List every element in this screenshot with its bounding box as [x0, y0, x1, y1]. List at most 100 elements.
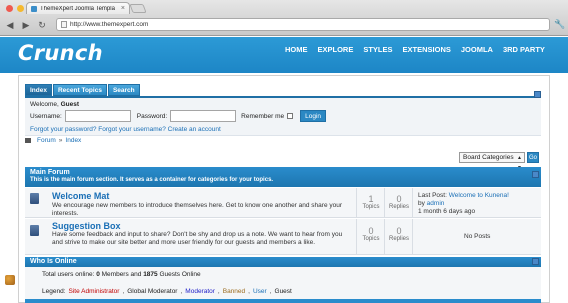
main-forum-title: Main Forum [30, 169, 70, 176]
welcome-text: Welcome, Guest [30, 101, 79, 108]
minimize-window-button[interactable] [17, 5, 24, 12]
replies-count: 0 Replies [384, 226, 414, 242]
account-links: Forgot your password? Forgot your userna… [30, 126, 221, 133]
menu-item-home[interactable]: HOME [285, 45, 308, 57]
topics-count: 1 Topics [356, 194, 386, 210]
browser-tab[interactable]: ThemeXpert Joomla Templa × [26, 2, 130, 14]
menu-item-styles[interactable]: STYLES [363, 45, 392, 57]
legend-banned: Banned [222, 288, 246, 295]
back-arrow-icon[interactable]: ◀ [4, 19, 16, 31]
legend-label: Legend: [42, 288, 66, 295]
tab-recent-topics[interactable]: Recent Topics [52, 84, 107, 96]
last-post-link[interactable]: Welcome to Kunena! [449, 192, 509, 199]
breadcrumb-separator: » [58, 137, 63, 144]
replies-count: 0 Replies [384, 194, 414, 210]
login-fields: Username: Password: Remember me Login [30, 110, 327, 122]
remember-label: Remember me [241, 112, 285, 120]
forum-title-link[interactable]: Suggestion Box [52, 221, 121, 231]
password-label: Password: [136, 112, 168, 120]
replies-number: 0 [396, 194, 402, 204]
by-label: by [418, 200, 427, 207]
forward-arrow-icon[interactable]: ▶ [20, 19, 32, 31]
site-logo[interactable]: Crunch [18, 41, 103, 65]
forum-title-link[interactable]: Welcome Mat [52, 191, 109, 201]
reload-icon[interactable]: ↻ [36, 19, 48, 31]
breadcrumb-forum[interactable]: Forum [37, 137, 56, 144]
username-input[interactable] [64, 110, 131, 122]
forum-tabs: Index Recent Topics Search [25, 84, 140, 96]
last-post-time: 1 month 6 days ago [418, 208, 476, 215]
page-icon [61, 21, 67, 28]
menu-item-3rd-party[interactable]: 3RD PARTY [503, 45, 545, 57]
legend-site-administrator: Site Administrator [68, 288, 120, 295]
address-bar[interactable]: http://www.themexpert.com [56, 18, 550, 31]
replies-label: Replies [388, 236, 409, 242]
login-button[interactable]: Login [300, 110, 327, 122]
next-section-header [25, 299, 541, 303]
main-forum-description: This is the main forum section. It serve… [30, 177, 274, 183]
forgot-password-link[interactable]: Forgot your password? [30, 126, 96, 133]
tab-index[interactable]: Index [25, 84, 52, 96]
last-post-author-link[interactable]: admin [427, 200, 445, 207]
home-icon [25, 138, 31, 143]
favicon-icon [31, 5, 37, 12]
topics-count: 0 Topics [356, 226, 386, 242]
forum-icon [30, 225, 39, 236]
close-window-button[interactable] [6, 5, 13, 12]
who-online-header: Who Is Online [25, 257, 541, 267]
replies-number: 0 [396, 226, 402, 236]
forum-icon [30, 193, 39, 204]
user-legend: Legend: Site Administrator, Global Moder… [42, 288, 292, 295]
users-icon [5, 275, 15, 285]
board-categories-value: Board Categories [463, 154, 514, 161]
collapse-who-online-icon[interactable] [532, 258, 539, 265]
online-prefix: Total users online: [42, 271, 97, 278]
topics-number: 1 [368, 194, 374, 204]
welcome-prefix: Welcome, [30, 101, 61, 108]
menu-item-explore[interactable]: EXPLORE [318, 45, 354, 57]
who-online-title: Who Is Online [30, 258, 77, 265]
members-label: Members and [99, 271, 144, 278]
tab-title: ThemeXpert Joomla Templa [40, 5, 115, 12]
topics-number: 0 [368, 226, 374, 236]
go-button[interactable]: Go [527, 152, 539, 163]
menu-item-joomla[interactable]: JOOMLA [461, 45, 493, 57]
legend-moderator: Moderator [185, 288, 215, 295]
username-label: Username: [30, 112, 62, 120]
forgot-username-link[interactable]: Forgot your username? [98, 126, 166, 133]
create-account-link[interactable]: Create an account [168, 126, 221, 133]
legend-guest: Guest [274, 288, 292, 295]
forum-description: We encourage new members to introduce th… [52, 202, 343, 217]
wrench-icon[interactable]: 🔧 [554, 19, 565, 30]
forum-description: Have some feedback and input to share? D… [52, 231, 343, 246]
legend-global-moderator: Global Moderator [127, 288, 178, 295]
no-posts-text: No Posts [464, 233, 491, 240]
topics-label: Topics [362, 204, 380, 210]
online-summary: Total users online: 0 Members and 1875 G… [42, 271, 201, 278]
remember-checkbox[interactable] [287, 113, 294, 119]
guests-label: Guests Online [157, 271, 201, 278]
guests-count: 1875 [143, 271, 158, 278]
breadcrumb-index[interactable]: Index [65, 137, 81, 144]
replies-label: Replies [388, 204, 409, 210]
browser-chrome: ThemeXpert Joomla Templa × ◀ ▶ ↻ http://… [0, 0, 568, 36]
main-forum-header: Main Forum This is the main forum sectio… [25, 167, 541, 187]
collapse-login-icon[interactable] [534, 91, 541, 98]
welcome-name: Guest [60, 101, 80, 108]
column-divider [412, 188, 413, 218]
new-tab-button[interactable] [129, 4, 147, 13]
column-divider [412, 219, 413, 255]
legend-user: User [252, 288, 267, 295]
tab-search[interactable]: Search [107, 84, 140, 96]
menu-item-extensions[interactable]: EXTENSIONS [403, 45, 451, 57]
last-post-label: Last Post: [418, 192, 449, 199]
last-post-info: Last Post: Welcome to Kunena! by admin 1… [418, 192, 509, 216]
main-menu: HOME EXPLORE STYLES EXTENSIONS JOOMLA 3R… [285, 45, 555, 57]
close-tab-icon[interactable]: × [121, 5, 125, 12]
url-text: http://www.themexpert.com [70, 21, 149, 28]
password-input[interactable] [170, 110, 237, 122]
board-categories-select[interactable]: Board Categories ▲▼ [459, 152, 525, 171]
topics-label: Topics [362, 236, 380, 242]
collapse-main-forum-icon[interactable] [532, 171, 539, 178]
breadcrumb: Forum » Index [25, 137, 81, 144]
